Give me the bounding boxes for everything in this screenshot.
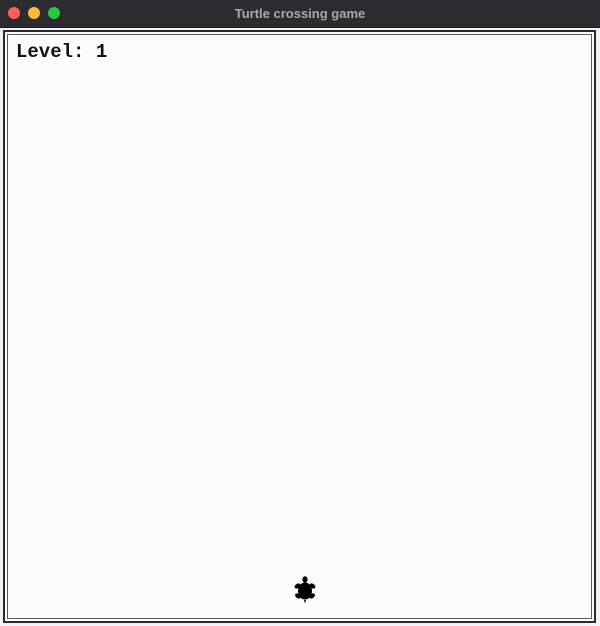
app-window: Turtle crossing game Level: 1 [0, 0, 600, 626]
level-label: Level: 1 [16, 41, 108, 63]
window-content: Level: 1 [0, 28, 600, 626]
game-canvas[interactable]: Level: 1 [7, 34, 592, 619]
window-title: Turtle crossing game [234, 6, 366, 21]
turtle-icon [294, 576, 316, 604]
game-canvas-frame: Level: 1 [3, 30, 596, 623]
title-bar[interactable]: Turtle crossing game [0, 0, 600, 28]
